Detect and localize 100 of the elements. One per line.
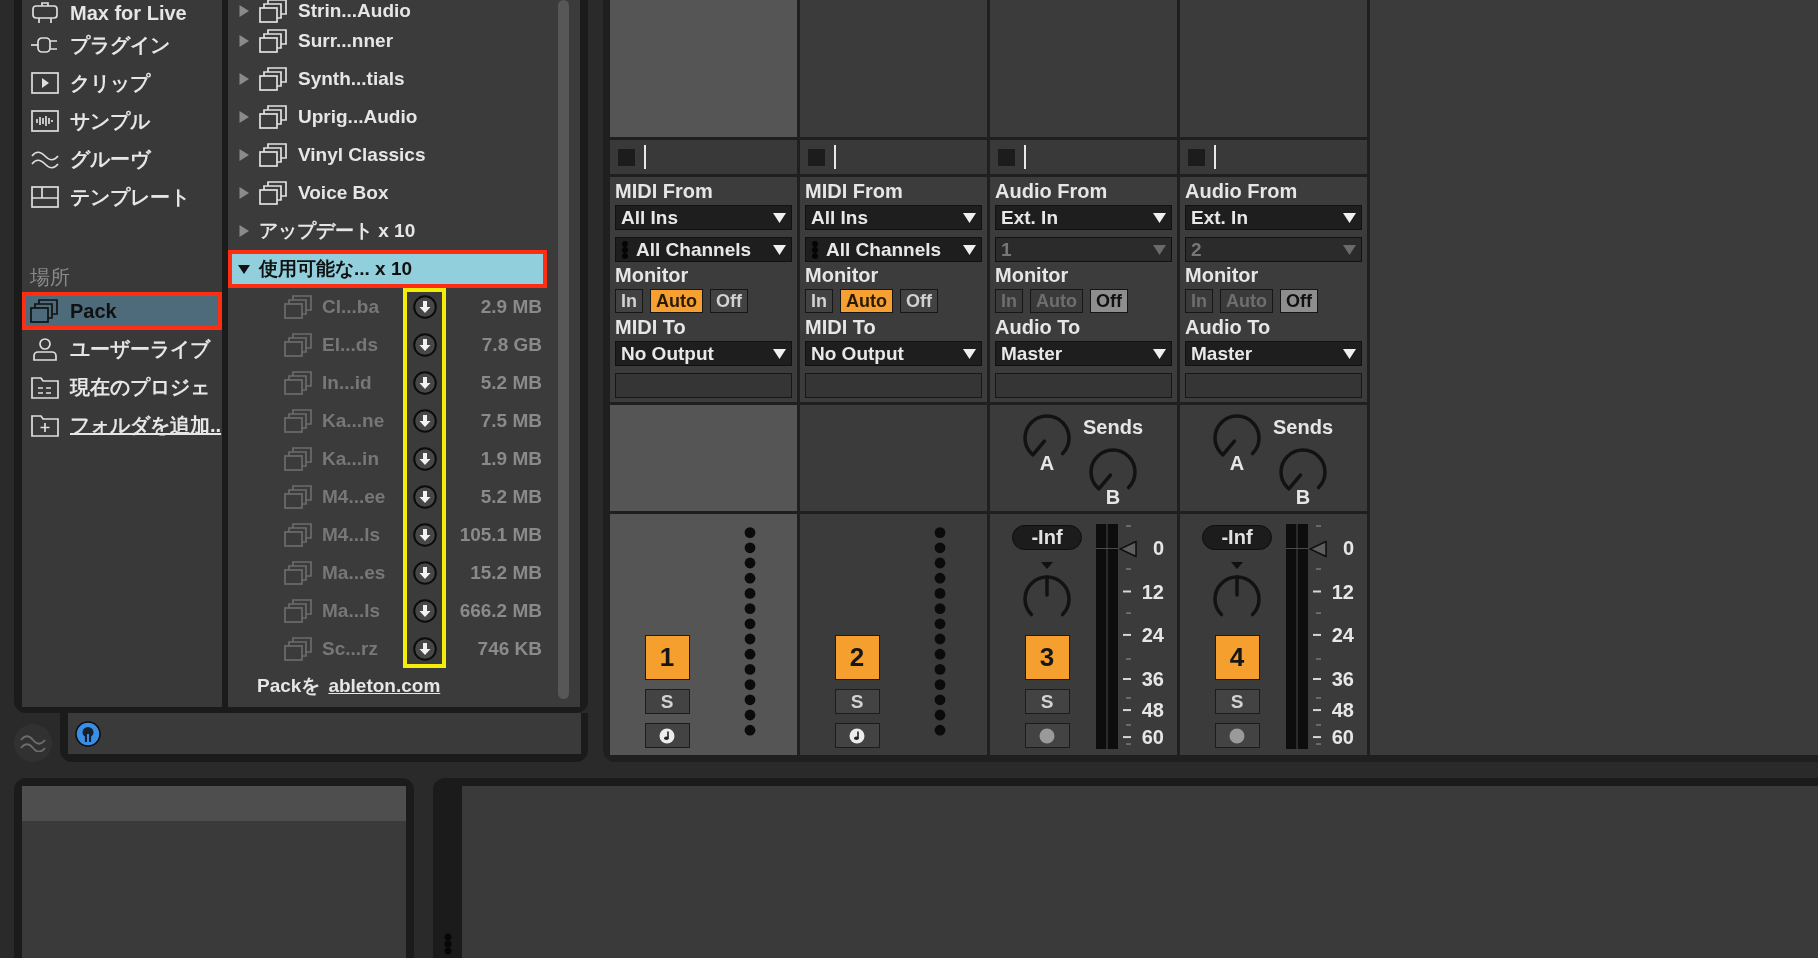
sidebar-item[interactable]: グルーヴ xyxy=(22,140,222,178)
website-link[interactable]: ableton.com xyxy=(328,675,441,696)
track-number-button[interactable]: 3 xyxy=(1024,635,1070,680)
browser-item[interactable]: Voice Box xyxy=(228,174,547,212)
caret-icon xyxy=(773,244,786,255)
solo-button[interactable]: S xyxy=(1214,689,1260,714)
sidebar-item[interactable]: サンプル xyxy=(22,102,222,140)
download-icon[interactable] xyxy=(412,523,437,547)
volume-field[interactable]: -Inf xyxy=(1012,525,1082,550)
send-label: A xyxy=(1229,453,1245,473)
download-icon[interactable] xyxy=(412,637,437,661)
stack-icon xyxy=(284,637,314,661)
circle-icon xyxy=(1229,727,1245,744)
caret-icon xyxy=(1343,244,1356,255)
scale-label: 48 xyxy=(1141,700,1164,721)
monitor-button[interactable]: Auto xyxy=(840,289,893,313)
monitor-button[interactable]: Off xyxy=(1280,289,1318,313)
track-number-button[interactable]: 4 xyxy=(1214,635,1260,680)
download-icon[interactable] xyxy=(412,295,437,319)
caret-icon xyxy=(1153,244,1166,255)
clip-slot-area[interactable] xyxy=(610,0,797,137)
sidebar-item[interactable]: プラグイン xyxy=(22,26,222,64)
wave-button[interactable] xyxy=(14,724,52,762)
scale-label: 24 xyxy=(1331,624,1354,645)
note-icon xyxy=(849,727,865,744)
sidebar-item[interactable]: テンプレート xyxy=(22,178,222,216)
arm-button[interactable] xyxy=(1024,723,1070,748)
monitor-button[interactable]: Off xyxy=(900,289,938,313)
scrollbar[interactable] xyxy=(558,0,569,699)
file-size: 5.2 MB xyxy=(480,372,542,394)
caret-icon xyxy=(1153,212,1166,223)
file-size: 7.8 GB xyxy=(481,334,542,356)
output-dropdown[interactable]: Master xyxy=(995,341,1172,366)
sidebar-item[interactable]: 現在のプロジェ xyxy=(22,368,222,406)
browser-item[interactable]: Vinyl Classics xyxy=(228,136,547,174)
download-icon[interactable] xyxy=(412,371,437,395)
clip-slot-area[interactable] xyxy=(1180,0,1367,137)
volume-handle[interactable] xyxy=(1309,540,1327,558)
output-channel-field[interactable] xyxy=(1185,373,1362,398)
download-icon[interactable] xyxy=(412,485,437,509)
keyhole-icon[interactable] xyxy=(75,720,101,747)
input-dropdown[interactable]: All Ins xyxy=(805,205,982,230)
clip-slot-area[interactable] xyxy=(990,0,1177,137)
volume-handle[interactable] xyxy=(1119,540,1137,558)
track-number-button[interactable]: 2 xyxy=(834,635,880,680)
output-dropdown[interactable]: Master xyxy=(1185,341,1362,366)
section-label: Audio To xyxy=(1185,317,1271,337)
stack-icon xyxy=(30,299,60,323)
output-dropdown[interactable]: No Output xyxy=(805,341,982,366)
file-size: 666.2 MB xyxy=(459,600,542,622)
arm-button[interactable] xyxy=(644,723,690,748)
track-number-button[interactable]: 1 xyxy=(644,635,690,680)
output-channel-field[interactable] xyxy=(995,373,1172,398)
arm-button[interactable] xyxy=(1214,723,1260,748)
browser-item[interactable]: Uprig...Audio xyxy=(228,98,547,136)
grip-icon xyxy=(621,239,629,260)
output-channel-field[interactable] xyxy=(615,373,792,398)
monitor-button[interactable]: In xyxy=(805,289,833,313)
file-size: 105.1 MB xyxy=(459,524,542,546)
download-icon[interactable] xyxy=(412,409,437,433)
section-label: MIDI To xyxy=(615,317,686,337)
stack-icon xyxy=(284,409,314,433)
caret-icon xyxy=(1343,212,1356,223)
scale-label: 60 xyxy=(1141,727,1164,748)
input-dropdown[interactable]: Ext. In xyxy=(1185,205,1362,230)
download-icon[interactable] xyxy=(412,561,437,585)
download-icon[interactable] xyxy=(412,599,437,623)
sidebar-item[interactable]: クリップ xyxy=(22,64,222,102)
clip-slot-area[interactable] xyxy=(800,0,987,137)
caret-icon xyxy=(963,348,976,359)
add-folder-link[interactable]: フォルダを追加.. xyxy=(22,406,222,444)
scale-label: 0 xyxy=(1152,538,1164,559)
sidebar-item[interactable]: ユーザーライブ xyxy=(22,330,222,368)
caret-icon xyxy=(963,212,976,223)
monitor-button[interactable]: Off xyxy=(1090,289,1128,313)
caret-icon[interactable] xyxy=(238,263,250,275)
sidebar-item[interactable]: Max for Live xyxy=(22,0,222,26)
output-dropdown[interactable]: No Output xyxy=(615,341,792,366)
arm-button[interactable] xyxy=(834,723,880,748)
solo-button[interactable]: S xyxy=(1024,689,1070,714)
download-icon[interactable] xyxy=(412,333,437,357)
input-dropdown[interactable]: All Ins xyxy=(615,205,792,230)
channel-dropdown[interactable]: All Channels xyxy=(805,237,982,262)
output-channel-field[interactable] xyxy=(805,373,982,398)
input-dropdown[interactable]: Ext. In xyxy=(995,205,1172,230)
monitor-button[interactable]: In xyxy=(615,289,643,313)
volume-field[interactable]: -Inf xyxy=(1202,525,1272,550)
download-icon[interactable] xyxy=(412,447,437,471)
solo-button[interactable]: S xyxy=(834,689,880,714)
solo-button[interactable]: S xyxy=(644,689,690,714)
scale-label: 12 xyxy=(1141,581,1164,602)
stack-icon xyxy=(284,485,314,509)
browser-item[interactable]: アップデート x 10 xyxy=(228,212,547,250)
channel-dropdown[interactable]: All Channels xyxy=(615,237,792,262)
browser-item[interactable]: Strin...Audio xyxy=(228,0,547,22)
monitor-button[interactable]: Off xyxy=(710,289,748,313)
monitor-button[interactable]: Auto xyxy=(650,289,703,313)
browser-item[interactable]: Surr...nner xyxy=(228,22,547,60)
browser-item[interactable]: Synth...tials xyxy=(228,60,547,98)
browser-item[interactable]: 使用可能な... x 10 xyxy=(228,250,547,288)
